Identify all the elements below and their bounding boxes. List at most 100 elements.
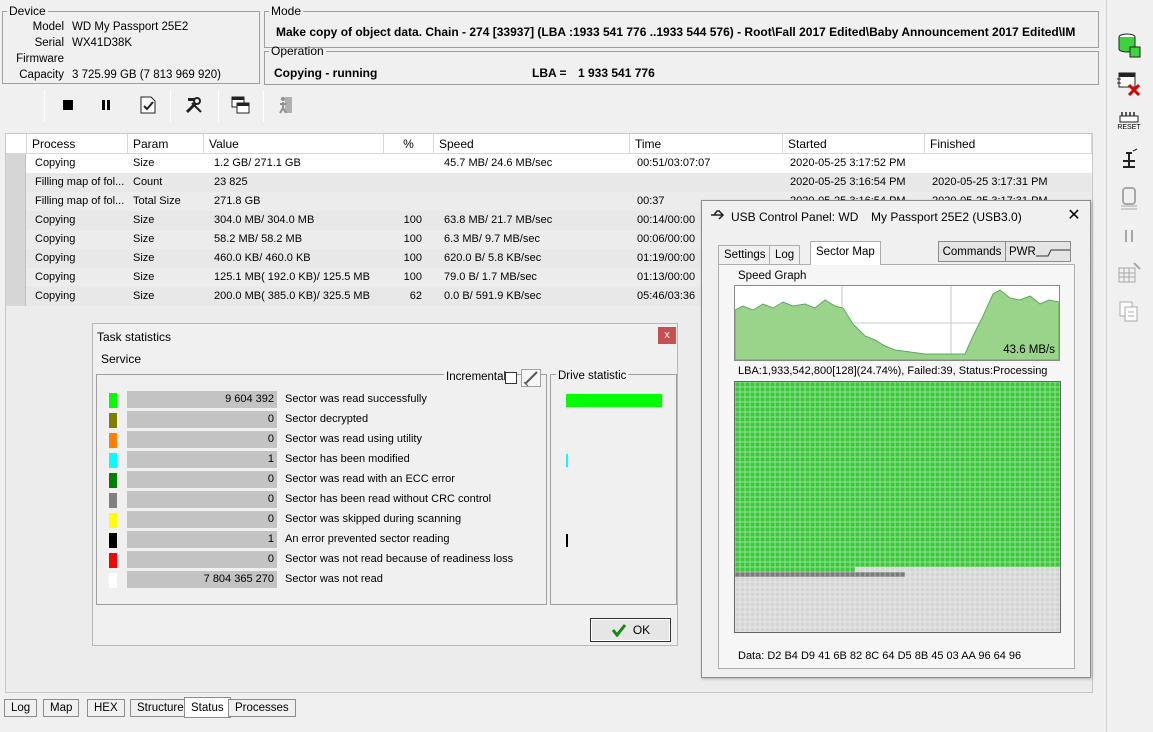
table-cell-process: Copying bbox=[35, 157, 76, 169]
speed-graph-label: Speed Graph bbox=[738, 270, 807, 282]
brush-icon[interactable] bbox=[521, 369, 541, 387]
pause-icon[interactable] bbox=[1114, 221, 1144, 251]
stat-color-swatch bbox=[109, 553, 117, 568]
stat-count: 9 604 392 bbox=[127, 391, 277, 408]
windows-icon[interactable] bbox=[225, 90, 255, 120]
stat-label: Sector was skipped during scanning bbox=[285, 513, 462, 525]
stat-row: 9 604 392 Sector was read successfully bbox=[109, 391, 539, 408]
stat-row: 1 Sector has been modified bbox=[109, 451, 539, 468]
table-cell-process: Copying bbox=[35, 214, 76, 226]
drive-icon[interactable] bbox=[1114, 183, 1144, 213]
tools-icon[interactable] bbox=[179, 90, 209, 120]
stat-color-swatch bbox=[109, 533, 117, 548]
tab-log[interactable]: Log bbox=[769, 245, 801, 265]
stat-count: 0 bbox=[127, 511, 277, 528]
table-row[interactable]: Copying Size 1.2 GB/ 271.1 GB 45.7 MB/ 24.6… bbox=[6, 154, 1092, 173]
table-cell-speed: 6.3 MB/ 9.7 MB/sec bbox=[444, 233, 540, 245]
stat-color-swatch bbox=[109, 473, 117, 488]
tab-pwr[interactable]: PWR bbox=[1005, 241, 1071, 262]
stat-color-swatch bbox=[109, 493, 117, 508]
table-cell-speed: 63.8 MB/ 21.7 MB/sec bbox=[444, 214, 553, 226]
ok-label: OK bbox=[632, 623, 651, 637]
bottom-tab-status[interactable]: Status bbox=[184, 697, 231, 718]
drive-statistic-panel bbox=[550, 374, 677, 605]
close-icon[interactable]: ✕ bbox=[1064, 206, 1084, 226]
stat-label: Sector was read using utility bbox=[285, 433, 422, 445]
stat-count: 0 bbox=[127, 431, 277, 448]
column-header-percent[interactable]: % bbox=[384, 134, 434, 154]
table-cell-pct: 100 bbox=[403, 214, 422, 226]
mode-legend: Mode bbox=[271, 4, 302, 18]
bottom-tab-map[interactable]: Map bbox=[43, 699, 80, 717]
column-header-time[interactable]: Time bbox=[630, 134, 783, 154]
column-header-param[interactable]: Param bbox=[128, 134, 204, 154]
stat-label: Sector was read successfully bbox=[285, 393, 427, 405]
stat-label: Sector has been read without CRC control bbox=[285, 493, 492, 505]
stat-label: Sector has been modified bbox=[285, 453, 410, 465]
table-cell-speed: 45.7 MB/ 24.6 MB/sec bbox=[444, 157, 553, 169]
tab-commands[interactable]: Commands bbox=[938, 241, 1006, 262]
table-cell-speed: 0.0 B/ 591.9 KB/sec bbox=[444, 290, 542, 302]
column-header-value[interactable]: Value bbox=[204, 134, 384, 154]
bottom-tab-hex[interactable]: HEX bbox=[87, 699, 125, 717]
table-cell-value: 125.1 MB( 192.0 KB)/ 125.5 MB bbox=[214, 271, 370, 283]
stat-count: 0 bbox=[127, 471, 277, 488]
bottom-tab-structure[interactable]: Structure bbox=[130, 699, 191, 717]
stat-count: 0 bbox=[127, 551, 277, 568]
device-remove-icon[interactable] bbox=[1114, 68, 1144, 98]
table-cell-pct: 62 bbox=[409, 290, 422, 302]
reset-icon[interactable]: RESET bbox=[1114, 106, 1144, 136]
check-icon bbox=[611, 623, 627, 638]
copy-icon[interactable] bbox=[1114, 296, 1144, 326]
table-cell-param: Size bbox=[133, 233, 155, 245]
power-plug-icon[interactable] bbox=[1114, 145, 1144, 175]
model-value: WD My Passport 25E2 bbox=[72, 21, 189, 33]
tab-settings[interactable]: Settings bbox=[718, 245, 772, 265]
drive-stat-error-bar bbox=[566, 534, 568, 547]
bottom-tab-processes[interactable]: Processes bbox=[228, 699, 296, 717]
row-header bbox=[6, 192, 26, 211]
hex-grid-icon[interactable] bbox=[1114, 258, 1144, 288]
stat-label: Sector was not read because of readiness… bbox=[285, 553, 514, 565]
table-cell-value: 1.2 GB/ 271.1 GB bbox=[214, 157, 301, 169]
operation-status: Copying - running bbox=[274, 66, 378, 80]
close-icon[interactable]: x bbox=[658, 327, 676, 344]
column-header-finished[interactable]: Finished bbox=[925, 134, 1092, 154]
stat-count: 7 804 365 270 bbox=[127, 571, 277, 588]
task-statistics-dialog: Task statistics x Service Incremental 9 … bbox=[92, 323, 678, 646]
table-cell-param: Total Size bbox=[133, 195, 181, 207]
serial-value: WX41D38K bbox=[72, 37, 133, 49]
table-cell-param: Size bbox=[133, 157, 155, 169]
ok-button[interactable]: OK bbox=[590, 618, 671, 642]
stop-icon[interactable] bbox=[53, 90, 83, 120]
incremental-checkbox[interactable] bbox=[505, 372, 517, 384]
column-header-process[interactable]: Process bbox=[27, 134, 128, 154]
column-header-started[interactable]: Started bbox=[783, 134, 925, 154]
tab-commands-label: Commands bbox=[942, 246, 1002, 258]
table-cell-pct: 100 bbox=[403, 233, 422, 245]
pause-icon[interactable] bbox=[91, 90, 121, 120]
table-row[interactable]: Filling map of fol... Count 23 825 2020-05-… bbox=[6, 173, 1092, 192]
bottom-tab-log[interactable]: Log bbox=[4, 699, 38, 717]
table-cell-process: Copying bbox=[35, 233, 76, 245]
tab-sector-map[interactable]: Sector Map bbox=[810, 241, 881, 265]
row-header bbox=[6, 287, 26, 306]
stat-row: 1 An error prevented sector reading bbox=[109, 531, 539, 548]
walk-icon[interactable] bbox=[271, 90, 301, 120]
table-cell-speed: 620.0 B/ 5.8 KB/sec bbox=[444, 252, 542, 264]
table-cell-speed: 79.0 B/ 1.7 MB/sec bbox=[444, 271, 537, 283]
stat-color-swatch bbox=[109, 413, 117, 428]
task-title: Task statistics bbox=[97, 330, 172, 344]
table-cell-process: Filling map of fol... bbox=[35, 176, 125, 188]
table-cell-param: Count bbox=[133, 176, 163, 188]
row-header bbox=[6, 230, 26, 249]
stat-count: 0 bbox=[127, 491, 277, 508]
database-icon[interactable] bbox=[1114, 30, 1144, 60]
capacity-value: 3 725.99 GB (7 813 969 920) bbox=[72, 69, 221, 81]
column-header-speed[interactable]: Speed bbox=[434, 134, 630, 154]
device-legend: Device bbox=[9, 4, 46, 18]
check-document-icon[interactable] bbox=[133, 90, 163, 120]
lba-label: LBA = bbox=[532, 66, 567, 80]
operation-group: Operation bbox=[264, 44, 1099, 85]
service-menu[interactable]: Service bbox=[101, 352, 141, 366]
